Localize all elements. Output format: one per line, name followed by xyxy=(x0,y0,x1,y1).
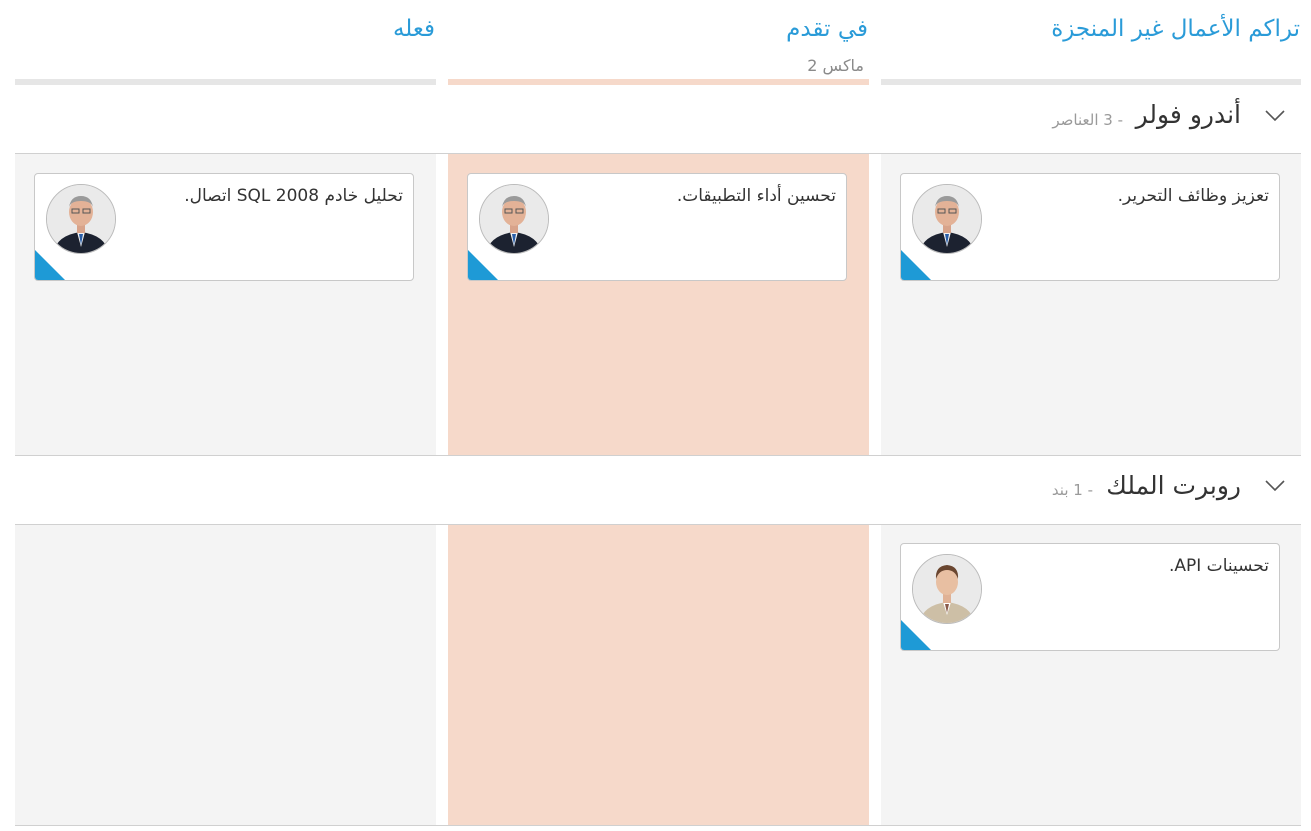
card-title: تحسينات API. xyxy=(1168,556,1269,576)
column-title-in-progress: في تقدم xyxy=(786,16,868,42)
swimlane-item-count: - 1 بند xyxy=(1051,481,1093,499)
chevron-down-icon[interactable] xyxy=(1264,479,1286,493)
avatar xyxy=(46,184,116,254)
cell-in-progress xyxy=(448,525,869,825)
avatar xyxy=(479,184,549,254)
swimlane-title: روبرت الملك xyxy=(1106,471,1241,500)
column-bar-done xyxy=(15,79,436,85)
card-tag-corner xyxy=(468,250,498,280)
swimlane-item-count: - 3 العناصر xyxy=(1052,111,1123,129)
column-bar-in-progress xyxy=(448,79,869,85)
card-title: تعزيز وظائف التحرير. xyxy=(1117,186,1269,206)
kanban-card[interactable]: تحليل خادم SQL 2008 اتصال. xyxy=(34,173,414,281)
kanban-card[interactable]: تعزيز وظائف التحرير. xyxy=(900,173,1280,281)
chevron-down-icon[interactable] xyxy=(1264,109,1286,123)
card-tag-corner xyxy=(901,620,931,650)
card-tag-corner xyxy=(35,250,65,280)
avatar xyxy=(912,184,982,254)
column-bar-backlog xyxy=(881,79,1301,85)
column-title-backlog: تراكم الأعمال غير المنجزة xyxy=(1051,16,1300,42)
column-title-done: فعله xyxy=(392,16,435,42)
swimlane-divider xyxy=(15,825,1301,826)
card-tag-corner xyxy=(901,250,931,280)
swimlane-divider xyxy=(15,455,1301,456)
cell-done xyxy=(15,525,436,825)
kanban-card[interactable]: تحسينات API. xyxy=(900,543,1280,651)
kanban-card[interactable]: تحسين أداء التطبيقات. xyxy=(467,173,847,281)
card-title: تحسين أداء التطبيقات. xyxy=(676,186,836,206)
avatar xyxy=(912,554,982,624)
card-title: تحليل خادم SQL 2008 اتصال. xyxy=(184,186,403,206)
swimlane-title: أندرو فولر xyxy=(1135,100,1241,129)
wip-limit-label: ماكس 2 xyxy=(807,56,864,75)
